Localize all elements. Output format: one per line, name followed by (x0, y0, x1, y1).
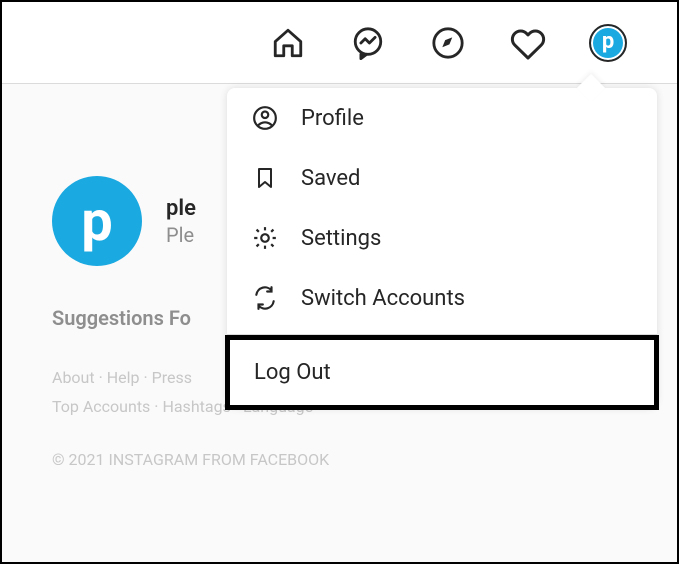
fullname: Ple (166, 223, 196, 247)
footer-link-press[interactable]: Press (152, 368, 192, 387)
dropdown-item-saved[interactable]: Saved (227, 148, 657, 208)
profile-avatar-button[interactable]: p (589, 24, 627, 62)
dropdown-item-label: Profile (301, 106, 364, 131)
top-nav: p (2, 2, 677, 84)
footer-link-top-accounts[interactable]: Top Accounts (52, 397, 150, 416)
dropdown-item-label: Saved (301, 166, 360, 191)
dropdown-item-logout[interactable]: Log Out (225, 335, 659, 410)
dropdown-item-settings[interactable]: Settings (227, 208, 657, 268)
activity-heart-icon[interactable] (509, 24, 547, 62)
gear-icon (251, 224, 279, 252)
dropdown-item-label: Switch Accounts (301, 286, 465, 311)
dropdown-item-profile[interactable]: Profile (227, 88, 657, 148)
explore-icon[interactable] (429, 24, 467, 62)
copyright-text: © 2021 INSTAGRAM FROM FACEBOOK (52, 450, 627, 469)
footer-link-hashtags[interactable]: Hashtags (162, 397, 230, 416)
footer-link-help[interactable]: Help (107, 368, 140, 387)
dropdown-item-label: Settings (301, 226, 381, 251)
footer-link-about[interactable]: About (52, 368, 95, 387)
bookmark-icon (251, 164, 279, 192)
profile-dropdown: Profile Saved Settings Switch Accounts L… (227, 88, 657, 408)
profile-icon (251, 104, 279, 132)
switch-icon (251, 284, 279, 312)
home-icon[interactable] (269, 24, 307, 62)
dropdown-item-switch-accounts[interactable]: Switch Accounts (227, 268, 657, 328)
username[interactable]: ple (166, 196, 196, 221)
avatar-letter: p (81, 188, 113, 254)
dropdown-item-label: Log Out (254, 360, 331, 385)
messenger-icon[interactable] (349, 24, 387, 62)
avatar-letter: p (602, 29, 614, 54)
avatar[interactable]: p (52, 176, 142, 266)
